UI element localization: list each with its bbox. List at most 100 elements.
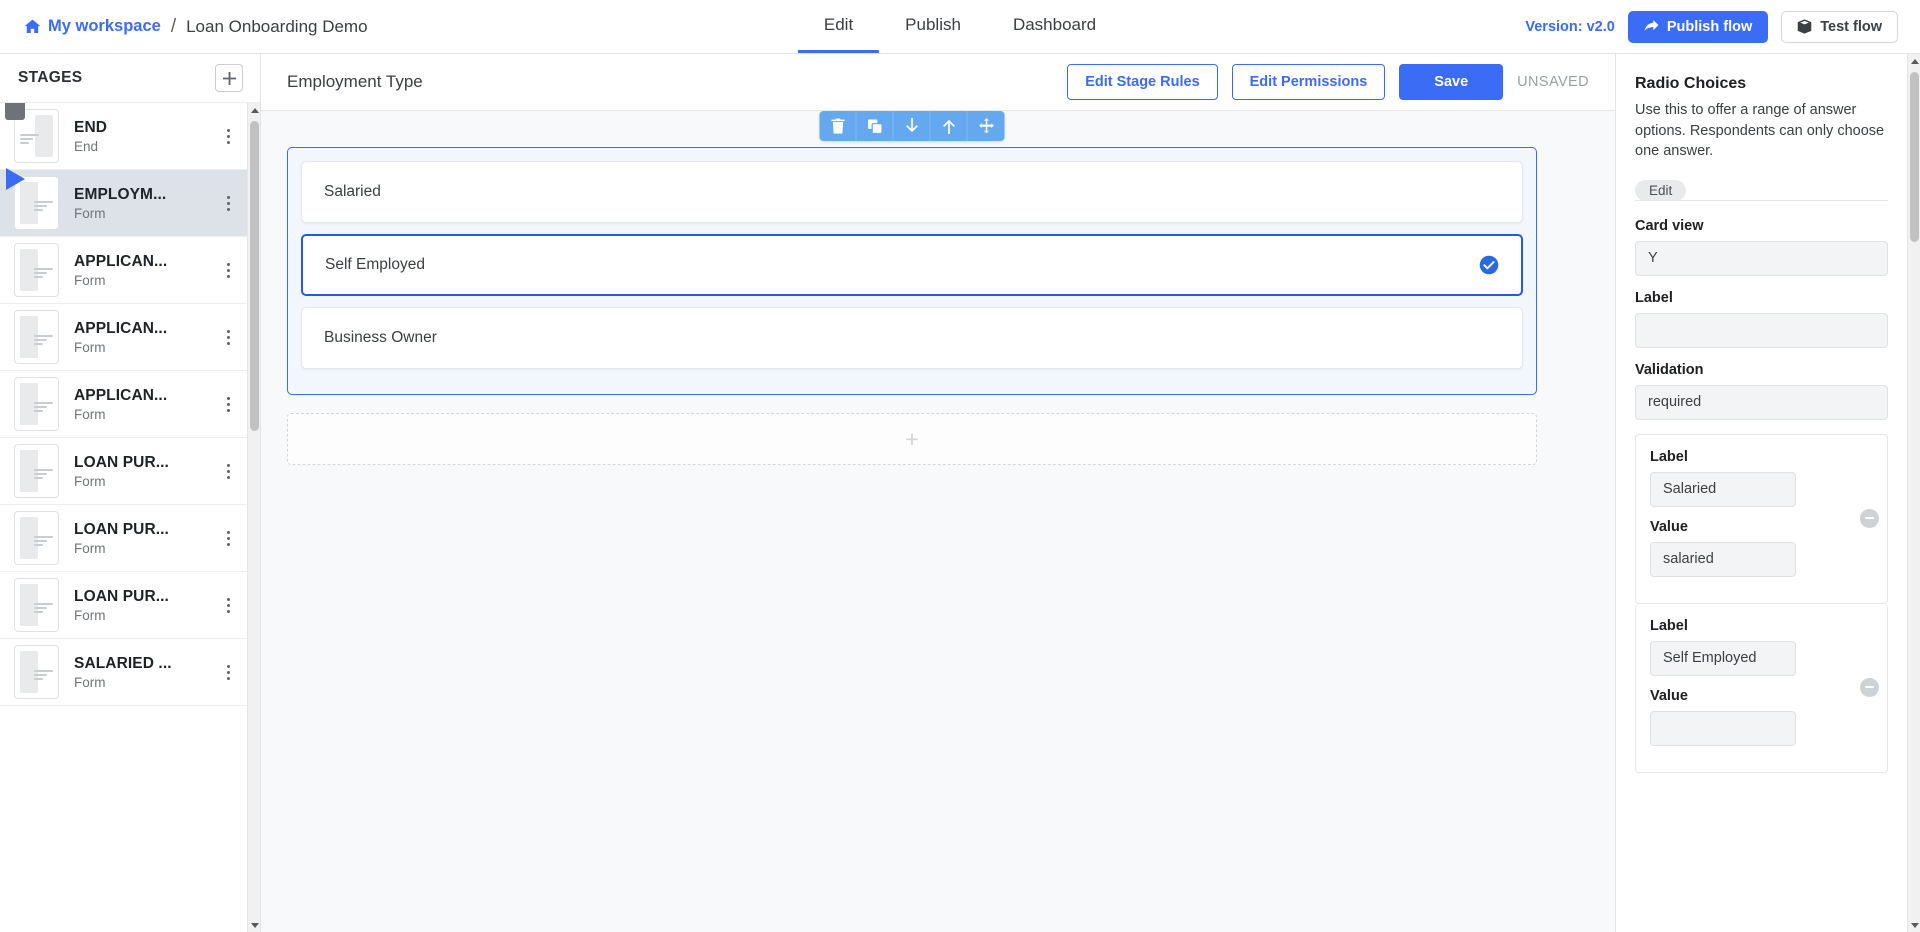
choice-value-input[interactable] (1650, 541, 1796, 577)
stage-thumbnail-icon (5, 103, 59, 163)
duplicate-icon (867, 118, 882, 134)
home-icon (24, 19, 41, 34)
card-view-input[interactable] (1635, 240, 1888, 276)
stage-name: LOAN PUR... (74, 453, 169, 471)
stage-toolbar: Employment Type Edit Stage Rules Edit Pe… (261, 54, 1615, 111)
validation-input[interactable] (1635, 384, 1888, 420)
label-input[interactable] (1635, 312, 1888, 348)
properties-scrollbar[interactable] (1907, 54, 1920, 932)
stage-thumbnail-icon (14, 243, 59, 297)
stage-menu-button[interactable] (217, 119, 239, 153)
stage-text: SALARIED ... Form (74, 655, 217, 690)
scroll-up-arrow-icon[interactable] (248, 103, 260, 117)
version-label: Version: v2.0 (1525, 18, 1615, 35)
stage-type: Form (74, 406, 106, 422)
stage-type: Form (74, 272, 106, 288)
stage-menu-button[interactable] (217, 588, 239, 622)
tab-dashboard[interactable]: Dashboard (987, 0, 1122, 53)
add-element-dropzone[interactable]: + (287, 413, 1537, 465)
stage-item-salaried[interactable]: SALARIED ... Form (0, 639, 249, 706)
choice-label-title: Label (1650, 617, 1688, 634)
edit-permissions-button[interactable]: Edit Permissions (1231, 64, 1386, 100)
save-button[interactable]: Save (1399, 64, 1504, 100)
edit-stage-rules-button[interactable]: Edit Stage Rules (1067, 64, 1218, 100)
tab-edit-properties[interactable]: Edit (1635, 179, 1687, 201)
stage-item-applicant-1[interactable]: APPLICAN... Form (0, 237, 249, 304)
stage-menu-button[interactable] (217, 253, 239, 287)
selected-element-wrapper: Salaried Self Employed Business Owner (287, 111, 1537, 395)
delete-element-button[interactable] (819, 111, 857, 141)
stage-menu-button[interactable] (217, 320, 239, 354)
radio-option-salaried[interactable]: Salaried (301, 161, 1523, 223)
stage-item-applicant-3[interactable]: APPLICAN... Form (0, 371, 249, 438)
choice-label-input[interactable] (1650, 640, 1796, 676)
scroll-down-arrow-icon[interactable] (1908, 918, 1920, 932)
stage-scroll-area: END End EMPLOYM... Form APPLICAN... Form… (0, 103, 249, 932)
properties-scrollbar-thumb[interactable] (1910, 72, 1919, 242)
status-badge: UNSAVED (1517, 74, 1589, 90)
end-badge-icon (5, 103, 25, 120)
test-flow-label: Test flow (1820, 18, 1882, 35)
remove-choice-button[interactable] (1860, 677, 1879, 697)
properties-panel: Radio Choices Use this to offer a range … (1615, 54, 1920, 932)
tab-publish[interactable]: Publish (879, 0, 987, 53)
stage-menu-button[interactable] (217, 655, 239, 689)
choice-value-input[interactable] (1650, 710, 1796, 746)
scroll-up-arrow-icon[interactable] (1908, 54, 1920, 68)
stage-item-loan-purpose-1[interactable]: LOAN PUR... Form (0, 438, 249, 505)
remove-choice-button[interactable] (1860, 508, 1879, 528)
stage-text: LOAN PUR... Form (74, 588, 217, 623)
stage-name: APPLICAN... (74, 252, 168, 270)
stage-menu-button[interactable] (217, 521, 239, 555)
stage-menu-button[interactable] (217, 454, 239, 488)
field-label-validation: Validation (1635, 361, 1704, 378)
stage-item-loan-purpose-2[interactable]: LOAN PUR... Form (0, 505, 249, 572)
move-down-icon (905, 118, 918, 133)
radio-option-business-owner[interactable]: Business Owner (301, 307, 1523, 369)
choice-value-title: Value (1650, 687, 1688, 704)
add-stage-button[interactable] (215, 64, 243, 92)
radio-option-self-employed[interactable]: Self Employed (301, 234, 1523, 296)
stage-menu-button[interactable] (217, 186, 239, 220)
radio-option-label: Salaried (324, 183, 381, 200)
stage-type: End (74, 138, 99, 154)
stages-sidebar: STAGES END End EMPLOYM... Form APPLICAN.… (0, 54, 261, 932)
scroll-down-arrow-icon[interactable] (248, 918, 260, 932)
drag-element-handle[interactable] (967, 111, 1005, 141)
properties-title: Radio Choices (1635, 75, 1747, 92)
drag-move-icon (978, 118, 994, 134)
radio-option-label: Self Employed (325, 256, 425, 273)
stage-item-applicant-2[interactable]: APPLICAN... Form (0, 304, 249, 371)
stage-item-end[interactable]: END End (0, 103, 249, 170)
radio-option-label: Business Owner (324, 329, 437, 346)
minus-icon (1865, 517, 1874, 520)
editor-canvas-pane: Employment Type Edit Stage Rules Edit Pe… (261, 54, 1615, 932)
move-element-down-button[interactable] (893, 111, 931, 141)
stages-title: STAGES (18, 69, 83, 86)
sidebar-scrollbar[interactable] (247, 103, 260, 932)
workspace: STAGES END End EMPLOYM... Form APPLICAN.… (0, 54, 1920, 932)
tab-edit[interactable]: Edit (797, 0, 880, 53)
stage-type: Form (74, 674, 106, 690)
stage-type: Form (74, 339, 106, 355)
breadcrumb-my-workspace-link[interactable]: My workspace (24, 17, 161, 36)
breadcrumb-separator: / (170, 15, 177, 37)
test-flow-button[interactable]: Test flow (1781, 10, 1898, 43)
stage-name: APPLICAN... (74, 319, 168, 337)
stage-name: APPLICAN... (74, 386, 168, 404)
stage-list: END End EMPLOYM... Form APPLICAN... Form… (0, 102, 260, 932)
publish-flow-button[interactable]: Publish flow (1627, 10, 1769, 43)
stage-text: LOAN PUR... Form (74, 521, 217, 556)
choice-label-input[interactable] (1650, 471, 1796, 507)
radio-choices-element[interactable]: Salaried Self Employed Business Owner (287, 147, 1537, 395)
duplicate-element-button[interactable] (856, 111, 894, 141)
stage-item-employment-type[interactable]: EMPLOYM... Form (0, 168, 249, 237)
stage-text: END End (74, 119, 217, 154)
move-up-icon (942, 119, 955, 134)
stage-menu-button[interactable] (217, 387, 239, 421)
sidebar-scrollbar-thumb[interactable] (250, 121, 259, 431)
stage-item-loan-purpose-3[interactable]: LOAN PUR... Form (0, 572, 249, 639)
plus-icon: + (905, 425, 919, 452)
stage-thumbnail-icon (14, 511, 59, 565)
move-element-up-button[interactable] (930, 111, 968, 141)
